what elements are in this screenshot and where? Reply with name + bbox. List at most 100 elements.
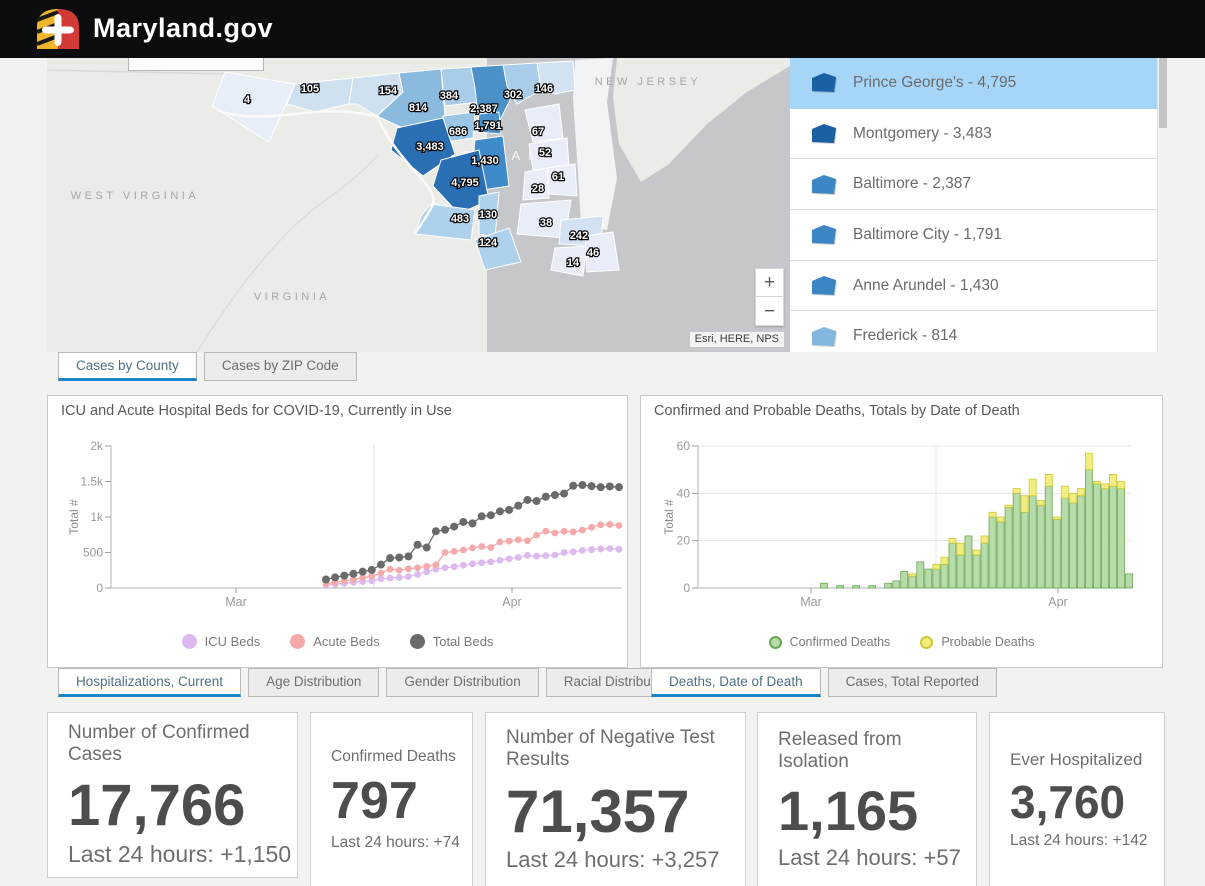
tab-cases-by-zip-code[interactable]: Cases by ZIP Code (204, 352, 357, 381)
tab-cases-total-reported[interactable]: Cases, Total Reported (828, 668, 997, 697)
maryland-county-map[interactable]: MARYLAND (47, 58, 790, 352)
stat-delta: Last 24 hours: +3,257 (506, 847, 745, 873)
legend-label: ICU Beds (205, 634, 261, 649)
legend-item: Confirmed Deaths (769, 635, 891, 649)
county-shape-icon (811, 325, 838, 348)
stat-card-ever-hospitalized: Ever Hospitalized 3,760 Last 24 hours: +… (989, 712, 1165, 886)
county-shape-icon (811, 173, 838, 196)
tab-deaths-date-of-death[interactable]: Deaths, Date of Death (651, 668, 821, 697)
county-shape-icon (811, 71, 838, 94)
scrollbar[interactable] (1157, 58, 1167, 352)
svg-text:Total #: Total # (67, 499, 81, 535)
svg-text:20: 20 (677, 534, 691, 548)
legend-item: Probable Deaths (920, 635, 1034, 649)
county-case-count-label: 46 (587, 247, 599, 259)
county-list-label: Baltimore - 2,387 (853, 175, 971, 193)
county-list-item[interactable]: Anne Arundel - 1,430 (790, 261, 1167, 312)
svg-text:Mar: Mar (225, 595, 247, 609)
stat-label: Confirmed Deaths (331, 748, 472, 766)
svg-text:0: 0 (96, 581, 103, 595)
county-shape-icon (811, 274, 838, 297)
svg-text:60: 60 (677, 439, 691, 453)
county-case-count-label: 61 (552, 171, 564, 183)
right-chart-tabbar: Deaths, Date of DeathCases, Total Report… (640, 668, 997, 697)
covid-dashboard: Maryland.gov MARYLAND (0, 0, 1205, 886)
brand-title[interactable]: Maryland.gov (93, 13, 273, 44)
legend-dot-icon (182, 634, 197, 649)
state-label: VIRGINIA (254, 291, 330, 303)
county-case-count-label: 4 (244, 94, 251, 106)
stat-card-negative-tests: Number of Negative Test Results 71,357 L… (485, 712, 746, 886)
svg-text:Apr: Apr (502, 595, 521, 609)
county-case-count-label: 52 (539, 147, 551, 159)
county-rows: Prince George's - 4,795 Montgomery - 3,48… (790, 58, 1167, 352)
county-case-count-label: 1,791 (474, 120, 502, 132)
county-case-count-label: 14 (567, 257, 580, 269)
stat-label: Number of Confirmed Cases (68, 722, 297, 766)
county-list-item[interactable]: Prince George's - 4,795 (790, 58, 1167, 109)
legend-item: Acute Beds (290, 634, 380, 649)
legend-item: ICU Beds (182, 634, 261, 649)
county-case-count-label: 146 (535, 83, 553, 95)
stat-value: 3,760 (1010, 778, 1164, 826)
svg-text:1k: 1k (90, 510, 104, 524)
deaths-chart-panel: Confirmed and Probable Deaths, Totals by… (640, 395, 1163, 668)
tab-cases-by-county[interactable]: Cases by County (58, 352, 197, 381)
county-list-label: Montgomery - 3,483 (853, 125, 992, 143)
county-list-item[interactable]: Montgomery - 3,483 (790, 109, 1167, 160)
county-list-item[interactable]: Baltimore City - 1,791 (790, 210, 1167, 261)
county-list-label: Anne Arundel - 1,430 (853, 277, 999, 295)
svg-text:0: 0 (683, 581, 690, 595)
state-label: NEW JERSEY (595, 76, 702, 88)
county-case-count-label: 3,483 (416, 141, 444, 153)
stat-value: 17,766 (68, 776, 297, 837)
stat-label: Ever Hospitalized (1010, 750, 1164, 770)
hospital-beds-line-chart: 05001k1.5k2kMarAprTotal # (48, 396, 629, 669)
county-case-count-label: 242 (570, 230, 588, 242)
map-popup-cutoff (128, 58, 264, 71)
stat-delta: Last 24 hours: +142 (1010, 832, 1164, 850)
hospital-beds-chart-panel: ICU and Acute Hospital Beds for COVID-19… (47, 395, 628, 668)
scrollbar-thumb[interactable] (1159, 58, 1167, 128)
county-case-count-label: 124 (479, 237, 498, 249)
stat-value: 1,165 (778, 782, 976, 841)
tab-hospitalizations-current[interactable]: Hospitalizations, Current (58, 668, 241, 697)
county-case-count-label: 130 (479, 209, 497, 221)
tab-gender-distribution[interactable]: Gender Distribution (386, 668, 538, 697)
chart-title: Confirmed and Probable Deaths, Totals by… (654, 403, 1020, 419)
legend-dot-icon (290, 634, 305, 649)
map-canvas[interactable]: MARYLAND (47, 58, 790, 352)
svg-text:Mar: Mar (800, 595, 822, 609)
county-list-item[interactable]: Baltimore - 2,387 (790, 159, 1167, 210)
maryland-flag-logo-icon[interactable] (33, 7, 83, 51)
county-list-label: Frederick - 814 (853, 327, 957, 345)
county-case-count-label: 4,795 (451, 177, 479, 189)
county-case-count-label: 483 (451, 213, 469, 225)
svg-text:Apr: Apr (1048, 595, 1067, 609)
bar-chart-legend: Confirmed Deaths Probable Deaths (641, 635, 1162, 649)
legend-label: Probable Deaths (941, 635, 1034, 649)
zoom-in-button[interactable]: + (755, 268, 784, 297)
zoom-out-button[interactable]: − (755, 297, 784, 326)
map-tabbar: Cases by CountyCases by ZIP Code (47, 352, 357, 381)
county-list-item[interactable]: Frederick - 814 (790, 311, 1167, 352)
legend-item: Total Beds (410, 634, 494, 649)
svg-text:2k: 2k (90, 439, 104, 453)
line-chart-legend: ICU Beds Acute Beds Total Beds (48, 634, 627, 649)
svg-text:500: 500 (83, 546, 103, 560)
tab-age-distribution[interactable]: Age Distribution (248, 668, 379, 697)
legend-label: Acute Beds (313, 634, 380, 649)
stat-value: 71,357 (506, 780, 745, 843)
county-case-count-label: 105 (301, 83, 319, 95)
legend-label: Confirmed Deaths (790, 635, 891, 649)
stat-delta: Last 24 hours: +1,150 (68, 841, 297, 868)
stat-value: 797 (331, 774, 472, 829)
legend-dot-icon (920, 636, 933, 649)
county-case-count-label: 814 (409, 102, 428, 114)
svg-text:40: 40 (677, 486, 691, 500)
county-case-count-label: 1,430 (471, 155, 499, 167)
stat-card-confirmed-cases: Number of Confirmed Cases 17,766 Last 24… (47, 712, 298, 878)
county-case-count-label: 384 (440, 90, 459, 102)
county-case-count-label: 686 (449, 126, 467, 138)
county-case-count-label: 2,387 (470, 103, 498, 115)
